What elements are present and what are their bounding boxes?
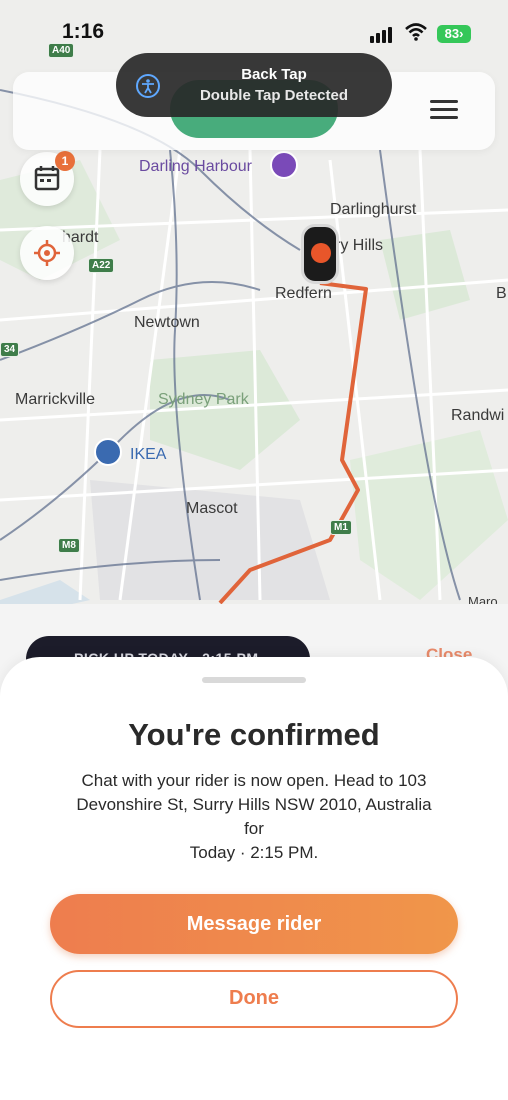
status-time: 1:16 — [62, 20, 105, 43]
place-surry-hills: ry Hills — [335, 237, 383, 254]
sheet-body: Chat with your rider is now open. Head t… — [40, 769, 468, 865]
place-ikea: IKEA — [130, 446, 167, 463]
back-tap-toast: Back Tap Double Tap Detected — [116, 53, 392, 117]
confirmation-sheet: You're confirmed Chat with your rider is… — [0, 657, 508, 1100]
body-line-3: for — [244, 819, 264, 838]
calendar-badge: 1 — [55, 151, 75, 171]
locate-button[interactable] — [20, 226, 74, 280]
place-mascot: Mascot — [186, 500, 238, 517]
wifi-icon — [405, 23, 427, 41]
place-sydney-park: Sydney Park — [158, 391, 249, 408]
place-bondi: B — [496, 285, 507, 302]
battery-indicator: 83› — [437, 25, 471, 43]
place-randwick: Randwi — [451, 407, 505, 424]
body-line-2: Devonshire St, Surry Hills NSW 2010, Aus… — [76, 795, 432, 814]
place-darling-harbour: Darling Harbour — [139, 158, 252, 175]
locate-icon — [34, 240, 60, 266]
body-line-1: Chat with your rider is now open. Head t… — [81, 771, 427, 790]
battery-level: 83 — [444, 26, 460, 41]
toast-subtitle: Double Tap Detected — [199, 87, 349, 104]
car-dot — [311, 243, 331, 263]
place-darlinghurst: Darlinghurst — [330, 201, 417, 218]
road-badge-a4: 34 — [0, 342, 20, 357]
place-marrickville: Marrickville — [15, 391, 95, 408]
road-badge-m1: M1 — [330, 520, 352, 535]
toast-title: Back Tap — [241, 66, 307, 83]
message-rider-button[interactable]: Message rider — [50, 894, 458, 954]
sheet-title: You're confirmed — [128, 717, 380, 752]
car-marker — [301, 224, 339, 284]
done-button[interactable]: Done — [50, 970, 458, 1028]
road-badge-a22: A22 — [88, 258, 115, 273]
sheet-grabber[interactable] — [202, 677, 306, 683]
road-badge-m8: M8 — [58, 538, 80, 553]
camera-poi-icon[interactable] — [270, 151, 298, 179]
place-redfern: Redfern — [275, 285, 332, 302]
menu-icon[interactable] — [430, 100, 458, 122]
shopping-poi-icon[interactable] — [94, 438, 122, 466]
place-newtown: Newtown — [134, 314, 200, 331]
body-line-4: Today · 2:15 PM. — [189, 843, 319, 862]
status-bar: 1:16 83› — [0, 0, 508, 60]
cellular-signal-icon — [370, 27, 392, 43]
